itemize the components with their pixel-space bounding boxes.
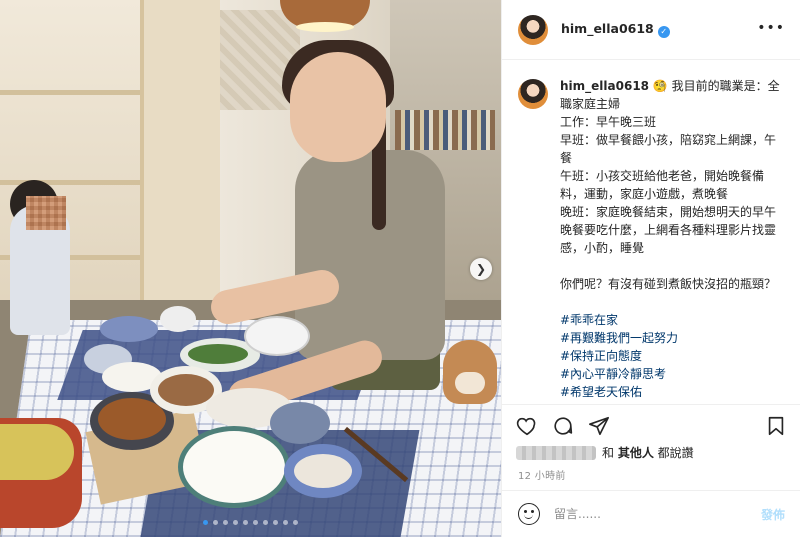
carousel-dot bbox=[273, 520, 278, 525]
photo-dish-greens bbox=[188, 344, 248, 364]
carousel-dot bbox=[233, 520, 238, 525]
caption-line: 工作：早午晚三班 bbox=[560, 115, 657, 129]
hashtag-link[interactable]: #保持正向態度 bbox=[560, 347, 785, 365]
caption-line: 你們呢？有沒有碰到煮飯快沒招的瓶頸？ bbox=[560, 277, 777, 291]
photo-dog-face bbox=[455, 372, 485, 394]
bookmark-icon bbox=[768, 416, 784, 435]
carousel-dot bbox=[253, 520, 258, 525]
likes-others-link[interactable]: 其他人 bbox=[618, 446, 654, 460]
photo-plate bbox=[178, 426, 290, 508]
photo-dish bbox=[160, 306, 196, 332]
post-photo[interactable]: ❯ bbox=[0, 0, 501, 537]
carousel-dots bbox=[0, 520, 501, 525]
photo-lamp-glow bbox=[296, 22, 354, 32]
more-options-icon[interactable]: ••• bbox=[757, 20, 785, 36]
carousel-dot bbox=[243, 520, 248, 525]
caption-body: 🧐 我目前的職業是：全職家庭主婦 工作：早午晚三班 早班：做早餐餵小孩，陪窈窕上… bbox=[560, 79, 780, 291]
photo-woman-body bbox=[295, 150, 445, 360]
photo-dish-food bbox=[98, 398, 166, 440]
like-button[interactable] bbox=[514, 413, 540, 439]
photo-dish-food bbox=[158, 374, 214, 406]
caption-text: him_ella0618 🧐 我目前的職業是：全職家庭主婦 工作：早午晚三班 早… bbox=[560, 77, 785, 401]
post-username[interactable]: him_ella0618 ✓ bbox=[561, 21, 670, 38]
comment-button[interactable] bbox=[550, 413, 576, 439]
photo-shelf-board bbox=[0, 90, 150, 95]
caption: him_ella0618 🧐 我目前的職業是：全職家庭主婦 工作：早午晚三班 早… bbox=[518, 77, 785, 401]
post-comment-button[interactable]: 發佈 bbox=[761, 506, 785, 523]
hashtag-link[interactable]: #乖乖在家 bbox=[560, 311, 785, 329]
hashtag-list: #乖乖在家#再艱難我們一起努力#保持正向態度#內心平靜冷靜思考#希望老天保佑#為… bbox=[560, 311, 785, 401]
photo-cabinet bbox=[140, 0, 220, 320]
photo-dish bbox=[270, 402, 330, 444]
paper-plane-icon bbox=[589, 416, 609, 435]
likes-summary: 和 其他人 都說讚 bbox=[516, 444, 786, 461]
photo-woman-head bbox=[290, 52, 386, 162]
hashtag-link[interactable]: #希望老天保佑 bbox=[560, 383, 785, 401]
add-comment-bar: 發佈 bbox=[502, 490, 800, 537]
avatar[interactable] bbox=[518, 79, 548, 109]
caption-area: him_ella0618 🧐 我目前的職業是：全職家庭主婦 工作：早午晚三班 早… bbox=[502, 61, 800, 401]
hashtag-link[interactable]: #再艱難我們一起努力 bbox=[560, 329, 785, 347]
comment-icon bbox=[554, 416, 573, 435]
caption-line: 早班：做早餐餵小孩，陪窈窕上網課，午餐 bbox=[560, 133, 777, 165]
liker-name-mosaic[interactable] bbox=[516, 445, 596, 460]
post-header: him_ella0618 ✓ ••• bbox=[502, 0, 800, 60]
save-button[interactable] bbox=[763, 413, 789, 439]
share-button[interactable] bbox=[586, 413, 612, 439]
comment-input[interactable] bbox=[554, 507, 761, 521]
post-side-panel: him_ella0618 ✓ ••• him_ella0618 🧐 我目前的職業是… bbox=[501, 0, 800, 537]
avatar[interactable] bbox=[518, 14, 548, 45]
verified-badge-icon: ✓ bbox=[657, 25, 670, 38]
carousel-dot bbox=[263, 520, 268, 525]
heart-icon bbox=[516, 417, 536, 435]
caption-line: 午班：小孩交班給他老爸，開始晚餐備料，運動，家庭小遊戲，煮晚餐 bbox=[560, 169, 765, 201]
hashtag-link[interactable]: #內心平靜冷靜思考 bbox=[560, 365, 785, 383]
carousel-dot bbox=[213, 520, 218, 525]
carousel-dot bbox=[203, 520, 208, 525]
photo-pot-soup bbox=[0, 424, 74, 480]
carousel-dot bbox=[223, 520, 228, 525]
carousel-dot bbox=[283, 520, 288, 525]
photo-child-face-mosaic bbox=[26, 196, 66, 230]
chevron-right-icon: ❯ bbox=[475, 262, 487, 276]
photo-books bbox=[395, 110, 495, 150]
post-timestamp[interactable]: 12 小時前 bbox=[518, 467, 566, 482]
photo-dish bbox=[100, 316, 158, 342]
action-bar bbox=[502, 404, 800, 446]
caption-username[interactable]: him_ella0618 bbox=[560, 79, 649, 93]
caption-line: 晚班：家庭晚餐結束，開始想明天的早午晚餐要吃什麼，上網看各種料理影片找靈感，小酌… bbox=[560, 205, 777, 255]
photo-dish bbox=[244, 316, 310, 356]
photo-dish-food bbox=[294, 454, 352, 488]
carousel-dot bbox=[293, 520, 298, 525]
likes-text: 和 其他人 都說讚 bbox=[602, 446, 694, 460]
emoji-icon[interactable] bbox=[518, 503, 540, 525]
carousel-next-button[interactable]: ❯ bbox=[470, 258, 492, 280]
